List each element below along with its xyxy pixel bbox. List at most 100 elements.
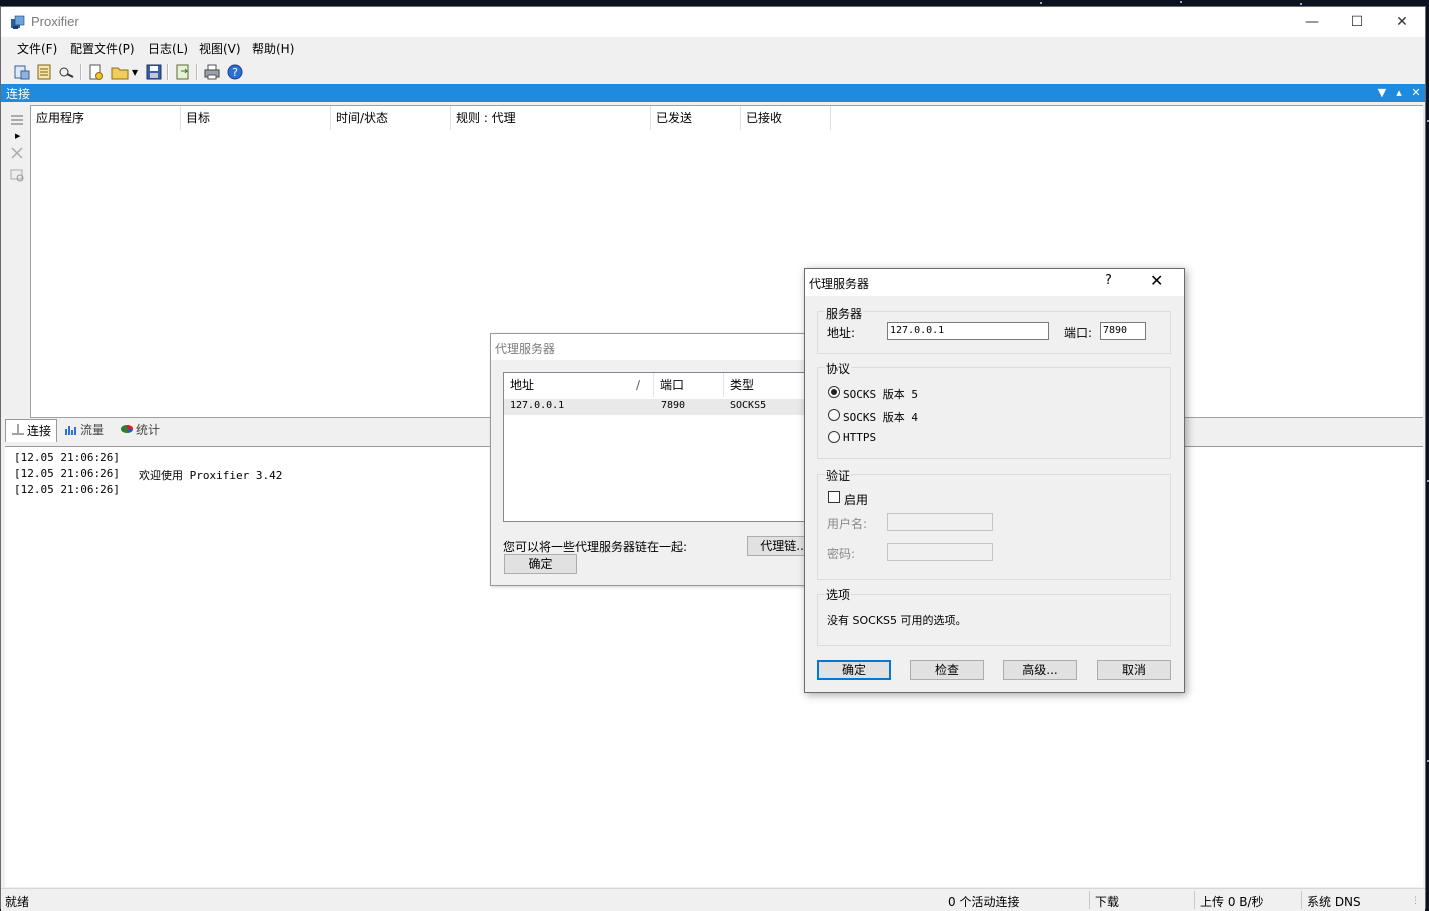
column-header-target[interactable]: 目标 — [181, 106, 331, 130]
username-label: 用户名: — [827, 517, 868, 531]
menu-log[interactable]: 日志(L) — [148, 40, 188, 57]
connections-scrollbar[interactable] — [1423, 105, 1425, 418]
proxy-chain-button[interactable]: 代理链... — [747, 536, 809, 556]
print-icon[interactable] — [202, 62, 222, 82]
menu-profile[interactable]: 配置文件(P) — [70, 40, 135, 57]
status-dns: 系统 DNS — [1307, 895, 1361, 909]
status-bar: 就绪 0 个活动连接 下载 上传 0 B/秒 系统 DNS ⋮ — [1, 888, 1425, 911]
log-time: [12.05 21:06:26] — [14, 483, 120, 496]
panel-pin-icon[interactable]: ▴ — [1391, 84, 1407, 102]
options-group-label: 选项 — [825, 586, 852, 603]
close-connection-icon[interactable] — [9, 145, 25, 161]
list-view-icon[interactable] — [9, 113, 25, 129]
proxy-servers-list-dialog: 代理服务器 地址 ∕ 端口 类型 127.0.0.1 7890 SOCKS5 您可… — [490, 333, 810, 586]
radio-socks4-label[interactable]: SOCKS 版本 4 — [843, 409, 918, 425]
toolbar-separator — [196, 64, 198, 80]
protocol-group-label: 协议 — [825, 360, 852, 377]
proxy-chain-hint: 您可以将一些代理服务器链在一起: — [503, 540, 688, 554]
column-header-port[interactable]: 端口 — [654, 373, 724, 397]
enable-auth-checkbox[interactable] — [828, 491, 840, 503]
log-message: 欢迎使用 Proxifier 3.42 — [139, 469, 283, 482]
password-label: 密码: — [827, 547, 856, 561]
new-profile-icon[interactable] — [86, 62, 106, 82]
close-button[interactable]: ✕ — [1379, 7, 1425, 37]
enable-auth-label[interactable]: 启用 — [844, 491, 868, 508]
column-header-sent[interactable]: 已发送 — [651, 106, 741, 130]
tab-traffic[interactable]: 流量 — [59, 419, 109, 441]
menu-view[interactable]: 视图(V) — [199, 40, 241, 57]
column-header-received[interactable]: 已接收 — [741, 106, 831, 130]
open-profile-dropdown-icon[interactable]: ▼ — [132, 68, 138, 77]
expand-arrow-icon[interactable]: ▶ — [15, 132, 20, 140]
log-line: [12.05 21:06:26] — [14, 483, 120, 496]
panel-dropdown-icon[interactable]: ▼ — [1374, 84, 1390, 102]
save-profile-icon[interactable] — [144, 62, 164, 82]
tab-statistics-label: 统计 — [136, 423, 161, 437]
port-input[interactable]: 7890 — [1100, 322, 1146, 340]
address-input[interactable]: 127.0.0.1 — [887, 322, 1049, 340]
minimize-button[interactable]: — — [1289, 7, 1335, 37]
traffic-chart-icon — [65, 426, 76, 435]
advanced-button[interactable]: 高级... — [1003, 660, 1077, 680]
ok-button[interactable]: 确定 — [504, 554, 577, 574]
column-header-address[interactable]: 地址 ∕ — [504, 373, 654, 397]
address-label: 地址: — [827, 326, 856, 340]
sort-indicator-icon: ∕ — [636, 378, 641, 392]
radio-socks4[interactable] — [828, 409, 840, 421]
svg-text:?: ? — [232, 66, 238, 79]
authentication-group — [817, 474, 1171, 580]
resize-grip-icon[interactable]: ⋮ — [1411, 896, 1420, 906]
radio-https-label[interactable]: HTTPS — [843, 431, 876, 444]
username-input[interactable] — [887, 513, 993, 531]
cancel-button[interactable]: 取消 — [1097, 660, 1171, 680]
connections-icon[interactable] — [12, 62, 32, 82]
help-button[interactable]: ? — [1105, 273, 1112, 288]
port-label: 端口: — [1064, 326, 1093, 340]
row-type: SOCKS5 — [730, 400, 767, 411]
server-group-label: 服务器 — [825, 305, 864, 322]
statistics-pie-icon — [121, 425, 134, 433]
column-header-type[interactable]: 类型 — [724, 373, 809, 397]
open-profile-icon[interactable] — [110, 62, 130, 82]
window-title: Proxifier — [31, 14, 79, 29]
status-active-connections: 0 个活动连接 — [948, 895, 1020, 909]
status-divider — [1301, 891, 1302, 909]
proxy-servers-table[interactable]: 地址 ∕ 端口 类型 127.0.0.1 7890 SOCKS5 — [503, 372, 809, 522]
column-header-address-label: 地址 — [510, 378, 535, 392]
log-time: [12.05 21:06:26] — [14, 451, 120, 464]
password-input[interactable] — [887, 543, 993, 561]
toolbar-separator — [167, 64, 169, 80]
proxy-servers-icon[interactable] — [34, 62, 54, 82]
panel-close-icon[interactable]: ✕ — [1408, 84, 1424, 102]
menu-help[interactable]: 帮助(H) — [252, 40, 294, 57]
ok-button[interactable]: 确定 — [817, 660, 891, 680]
radio-https[interactable] — [828, 431, 840, 443]
connection-details-icon[interactable] — [9, 167, 25, 183]
menu-bar: 文件(F) 配置文件(P) 日志(L) 视图(V) 帮助(H) — [1, 37, 1425, 59]
title-bar[interactable]: Proxifier — ☐ ✕ — [1, 7, 1425, 37]
radio-socks5-label[interactable]: SOCKS 版本 5 — [843, 386, 918, 402]
connections-panel-title: 连接 — [6, 87, 31, 101]
close-icon[interactable]: ✕ — [1150, 271, 1163, 290]
table-row[interactable]: 127.0.0.1 7890 SOCKS5 — [504, 399, 809, 415]
tab-traffic-label: 流量 — [80, 423, 105, 437]
export-icon[interactable] — [173, 62, 193, 82]
status-divider — [1089, 891, 1090, 909]
check-button[interactable]: 检查 — [910, 660, 984, 680]
tab-connections-label: 连接 — [27, 424, 52, 438]
proxification-rules-icon[interactable] — [56, 62, 76, 82]
status-ready: 就绪 — [5, 895, 30, 909]
status-upload: 上传 0 B/秒 — [1200, 895, 1264, 909]
column-header-application[interactable]: 应用程序 — [31, 106, 181, 130]
radio-socks5[interactable] — [828, 386, 840, 398]
tab-statistics[interactable]: 统计 — [115, 419, 165, 441]
help-icon[interactable]: ? — [225, 62, 245, 82]
column-header-time-status[interactable]: 时间/状态 — [331, 106, 451, 130]
log-line: [12.05 21:06:26] 欢迎使用 Proxifier 3.42 — [14, 467, 282, 482]
maximize-button[interactable]: ☐ — [1334, 7, 1380, 37]
row-port: 7890 — [661, 400, 686, 411]
menu-file[interactable]: 文件(F) — [17, 40, 57, 57]
toolbar: ▼ ? — [1, 60, 1425, 84]
tab-connections[interactable]: 连接 — [5, 419, 58, 442]
column-header-rule-proxy[interactable]: 规则 : 代理 — [451, 106, 651, 130]
